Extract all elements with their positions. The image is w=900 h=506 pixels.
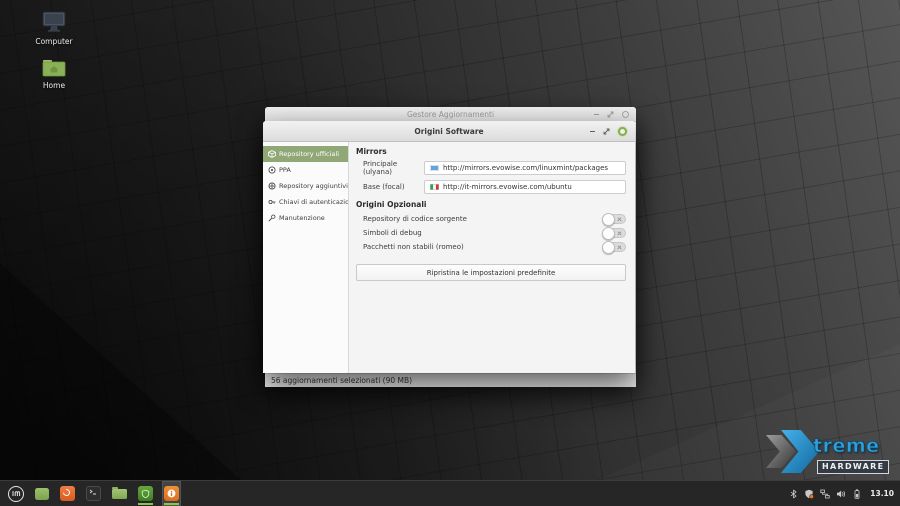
minimize-icon[interactable] bbox=[594, 114, 599, 115]
desktop-icon-label: Home bbox=[43, 81, 65, 90]
update-manager-taskbar-button[interactable] bbox=[136, 481, 155, 506]
software-sources-title: Origini Software bbox=[414, 127, 483, 136]
terminal-button[interactable] bbox=[84, 481, 103, 506]
main-mirror-button[interactable]: http://mirrors.evowise.com/linuxmint/pac… bbox=[424, 161, 626, 175]
debug-symbols-toggle[interactable] bbox=[602, 228, 626, 238]
reset-defaults-button[interactable]: Ripristina le impostazioni predefinite bbox=[356, 264, 626, 281]
file-manager-button[interactable] bbox=[110, 481, 129, 506]
terminal-icon bbox=[86, 486, 101, 501]
taskbar-launchers bbox=[6, 481, 181, 506]
network-icon[interactable] bbox=[820, 489, 830, 499]
toggle-knob bbox=[602, 227, 615, 240]
sidebar-item-label: PPA bbox=[279, 166, 291, 174]
update-tray-icon[interactable] bbox=[804, 489, 814, 499]
mirror-url: http://it-mirrors.evowise.com/ubuntu bbox=[443, 183, 572, 191]
mirror-row-main: Principale (ulyana) http://mirrors.evowi… bbox=[363, 161, 626, 175]
sidebar-item-label: Chiavi di autenticazione bbox=[279, 198, 348, 206]
sidebar-item-maintenance[interactable]: Manutenzione bbox=[263, 210, 348, 226]
watermark-treme-text: treme bbox=[813, 435, 880, 457]
update-manager-statusbar: 56 aggiornamenti selezionati (90 MB) bbox=[265, 373, 636, 387]
minimize-icon[interactable] bbox=[590, 131, 595, 132]
sidebar-item-label: Manutenzione bbox=[279, 214, 325, 222]
source-code-toggle[interactable] bbox=[602, 214, 626, 224]
toggle-label: Pacchetti non stabili (romeo) bbox=[363, 243, 464, 251]
key-icon bbox=[268, 198, 276, 206]
update-manager-title: Gestore Aggiornamenti bbox=[407, 110, 494, 119]
window-buttons bbox=[590, 121, 627, 141]
sidebar-item-official-repositories[interactable]: Repository ufficiali bbox=[263, 146, 348, 162]
desktop: Computer Home Gestore Aggiornamenti 56 a… bbox=[0, 0, 900, 506]
toggle-knob bbox=[602, 241, 615, 254]
green-app-button[interactable] bbox=[33, 481, 51, 506]
toggle-label: Repository di codice sorgente bbox=[363, 215, 467, 223]
sidebar-item-authentication-keys[interactable]: Chiavi di autenticazione bbox=[263, 194, 348, 210]
computer-icon bbox=[25, 11, 83, 35]
mirror-label: Principale (ulyana) bbox=[363, 160, 424, 176]
maximize-icon[interactable] bbox=[607, 111, 614, 118]
target-icon bbox=[268, 166, 276, 174]
sidebar: Repository ufficiali PPA Repository aggi… bbox=[263, 142, 349, 373]
orange-swirl-button[interactable] bbox=[58, 481, 77, 506]
xtreme-hardware-watermark: treme HARDWARE bbox=[760, 428, 896, 478]
desktop-icon-home[interactable]: Home bbox=[25, 58, 83, 90]
home-folder-icon bbox=[25, 58, 83, 79]
system-tray: 13.10 bbox=[789, 489, 894, 499]
toggle-knob bbox=[602, 213, 615, 226]
italy-flag-icon bbox=[430, 184, 439, 191]
battery-icon[interactable] bbox=[852, 489, 862, 499]
sidebar-item-label: Repository ufficiali bbox=[279, 150, 339, 158]
toggle-off-x-icon bbox=[617, 217, 621, 221]
main-panel: Mirrors Principale (ulyana) http://mirro… bbox=[349, 142, 635, 373]
cube-icon bbox=[268, 150, 276, 158]
orange-swirl-icon bbox=[60, 486, 75, 501]
toggle-off-x-icon bbox=[617, 231, 621, 235]
mirror-row-base: Base (focal) http://it-mirrors.evowise.c… bbox=[363, 180, 626, 194]
toggle-row-source-code: Repository di codice sorgente bbox=[363, 212, 626, 225]
mirror-label: Base (focal) bbox=[363, 183, 424, 191]
watermark-hardware-badge: HARDWARE bbox=[817, 460, 889, 474]
software-sources-taskbar-button[interactable] bbox=[162, 481, 181, 506]
toggle-off-x-icon bbox=[617, 245, 621, 249]
software-sources-window: Origini Software Repository ufficiali bbox=[263, 121, 635, 373]
toggle-row-unstable-packages: Pacchetti non stabili (romeo) bbox=[363, 240, 626, 253]
green-app-icon bbox=[35, 488, 49, 500]
maintenance-icon bbox=[268, 214, 276, 222]
software-sources-icon bbox=[164, 486, 179, 501]
mint-menu-icon bbox=[8, 486, 24, 502]
mint-menu-button[interactable] bbox=[6, 481, 26, 506]
window-buttons bbox=[594, 107, 629, 121]
taskbar: 13.10 bbox=[0, 480, 900, 506]
mint-blue-flag-icon bbox=[430, 165, 439, 172]
sidebar-item-label: Repository aggiuntivi bbox=[279, 182, 348, 190]
folder-icon bbox=[112, 489, 127, 499]
mirrors-header: Mirrors bbox=[356, 147, 387, 156]
globe-plus-icon bbox=[268, 182, 276, 190]
clock[interactable]: 13.10 bbox=[870, 489, 894, 498]
update-manager-titlebar[interactable]: Gestore Aggiornamenti bbox=[265, 107, 636, 122]
update-shield-icon bbox=[138, 486, 153, 501]
software-sources-titlebar[interactable]: Origini Software bbox=[263, 121, 635, 142]
base-mirror-button[interactable]: http://it-mirrors.evowise.com/ubuntu bbox=[424, 180, 626, 194]
resize-icon[interactable] bbox=[603, 128, 610, 135]
desktop-icon-computer[interactable]: Computer bbox=[25, 11, 83, 46]
toggle-label: Simboli di debug bbox=[363, 229, 422, 237]
volume-icon[interactable] bbox=[836, 489, 846, 499]
toggle-row-debug-symbols: Simboli di debug bbox=[363, 226, 626, 239]
close-icon[interactable] bbox=[622, 111, 629, 118]
unstable-packages-toggle[interactable] bbox=[602, 242, 626, 252]
close-icon[interactable] bbox=[618, 127, 627, 136]
sidebar-item-ppa[interactable]: PPA bbox=[263, 162, 348, 178]
bluetooth-icon[interactable] bbox=[789, 489, 798, 499]
mirror-url: http://mirrors.evowise.com/linuxmint/pac… bbox=[443, 164, 608, 172]
software-sources-body: Repository ufficiali PPA Repository aggi… bbox=[263, 142, 635, 373]
desktop-icon-label: Computer bbox=[35, 37, 72, 46]
optional-sources-header: Origini Opzionali bbox=[356, 200, 426, 209]
sidebar-item-additional-repositories[interactable]: Repository aggiuntivi bbox=[263, 178, 348, 194]
status-text: 56 aggiornamenti selezionati (90 MB) bbox=[271, 376, 412, 385]
